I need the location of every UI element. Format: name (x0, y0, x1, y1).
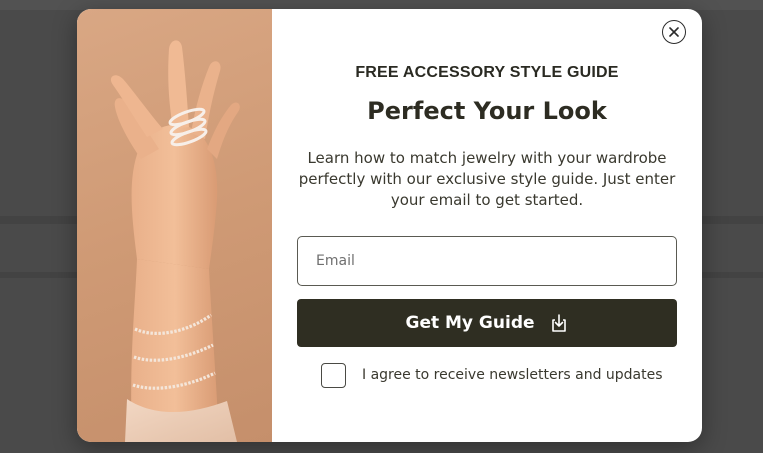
hand-illustration (110, 40, 240, 442)
consent-label[interactable]: I agree to receive newsletters and updat… (362, 367, 663, 383)
hand-with-jewelry-image (77, 9, 272, 442)
download-icon (551, 314, 566, 332)
close-button[interactable] (662, 20, 686, 44)
consent-row: I agree to receive newsletters and updat… (321, 362, 663, 388)
email-field[interactable] (297, 236, 677, 286)
popup-title: Perfect Your Look (367, 97, 607, 125)
popup-eyebrow: FREE ACCESSORY STYLE GUIDE (355, 64, 619, 81)
consent-checkbox[interactable] (321, 362, 346, 388)
close-icon (669, 27, 679, 37)
get-guide-button[interactable]: Get My Guide (297, 299, 677, 347)
popup-description: Learn how to match jewelry with your war… (298, 149, 676, 209)
newsletter-popup: FREE ACCESSORY STYLE GUIDE Perfect Your … (77, 9, 702, 442)
get-guide-button-label: Get My Guide (405, 313, 535, 333)
